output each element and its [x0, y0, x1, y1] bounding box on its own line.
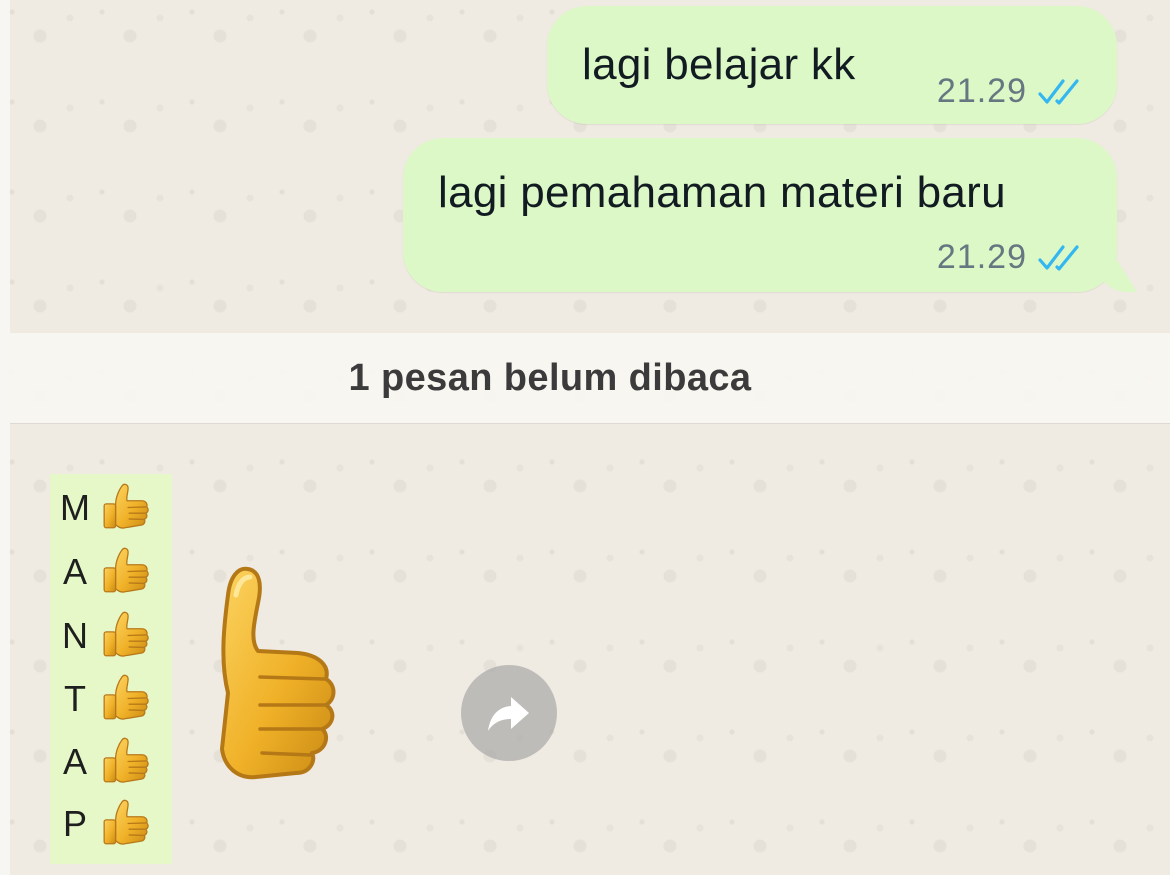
forward-arrow-icon	[488, 697, 529, 731]
double-check-read-icon	[1037, 243, 1085, 273]
incoming-emoji-message[interactable]: M A N T A P	[50, 474, 172, 864]
thumbs-up-icon	[100, 610, 152, 662]
forward-button[interactable]	[461, 665, 557, 761]
message-text: lagi pemahaman materi baru	[438, 168, 1006, 217]
outgoing-message-bubble[interactable]: lagi belajar kk 21.29	[547, 6, 1117, 124]
chat-background	[0, 0, 1170, 875]
letter-row: N	[50, 606, 172, 666]
letter: P	[62, 803, 87, 844]
message-time: 21.29	[936, 238, 1027, 276]
letter: M	[60, 487, 90, 528]
thumbs-up-icon	[100, 798, 152, 850]
letter: A	[62, 741, 87, 782]
message-meta: 21.29	[937, 238, 1085, 277]
thumbs-up-icon	[100, 736, 152, 788]
message-text: lagi belajar kk	[582, 40, 856, 89]
unread-messages-banner: 1 pesan belum dibaca	[10, 333, 1170, 424]
letter-row: P	[50, 794, 172, 854]
chat-left-edge	[0, 0, 10, 875]
letter: T	[64, 678, 86, 719]
letter: A	[62, 551, 87, 592]
message-meta: 21.29	[937, 72, 1085, 111]
thumbs-up-sticker-icon[interactable]	[180, 565, 340, 797]
double-check-read-icon	[1037, 77, 1085, 107]
outgoing-message-bubble[interactable]: lagi pemahaman materi baru 21.29	[403, 138, 1137, 292]
thumbs-up-icon	[100, 673, 152, 725]
message-time: 21.29	[936, 72, 1027, 110]
letter-row: A	[50, 542, 172, 602]
thumbs-up-icon	[100, 482, 152, 534]
unread-banner-text: 1 pesan belum dibaca	[348, 356, 752, 399]
letter-row: T	[50, 669, 172, 729]
thumbs-up-icon	[100, 546, 152, 598]
letter: N	[62, 615, 88, 656]
letter-row: A	[50, 732, 172, 792]
letter-row: M	[50, 478, 172, 538]
